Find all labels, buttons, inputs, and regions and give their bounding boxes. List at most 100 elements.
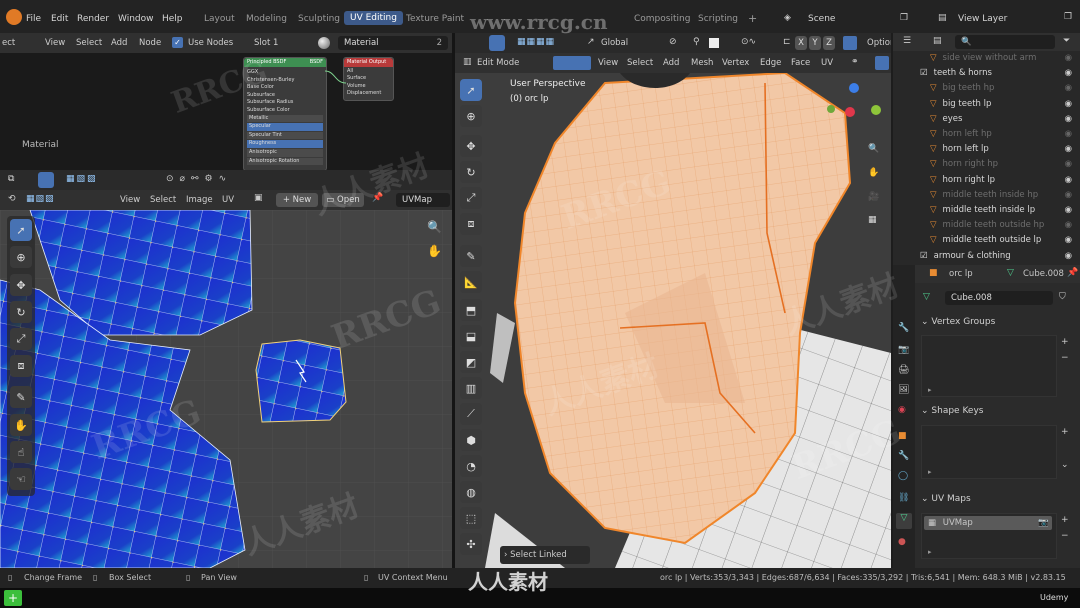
tab-texture-paint[interactable]: Texture Paint <box>406 14 464 24</box>
annotate-tool[interactable]: ✎ <box>460 245 482 267</box>
uv-select-tool-icon[interactable] <box>38 172 54 188</box>
outliner-row[interactable]: ▽ big teeth hp ◉ <box>918 81 1078 96</box>
collection-checkbox-icon[interactable]: ☑ <box>920 251 928 261</box>
bsdf-input-field[interactable]: Metallic <box>247 114 323 123</box>
proportional-icon[interactable]: ⊙∿ <box>741 37 756 47</box>
mesh-data-tab-icon[interactable]: ▽ <box>896 513 912 529</box>
menu-window[interactable]: Window <box>118 14 154 24</box>
shape-key-add-icon[interactable]: + <box>1061 427 1069 437</box>
view-layer-name[interactable]: View Layer <box>958 14 1007 24</box>
gizmo-z-icon[interactable] <box>849 83 859 93</box>
constraint-tab-icon[interactable]: ⛓ <box>898 493 909 503</box>
material-name-field[interactable]: Material 2 <box>338 36 448 50</box>
menu-render[interactable]: Render <box>77 14 109 24</box>
mesh-object-icon[interactable]: ▽ <box>930 53 937 63</box>
bsdf-input-field[interactable]: Subsurface Radius <box>247 99 323 107</box>
rotate-tool[interactable]: ↻ <box>460 161 482 183</box>
mesh-data-icon[interactable]: ▽ <box>923 292 930 302</box>
select-mode-label[interactable]: ect <box>2 38 15 48</box>
node-menu-add[interactable]: Add <box>111 38 127 48</box>
active-render-camera-icon[interactable]: 📷 <box>1038 516 1049 530</box>
visibility-eye-icon[interactable]: ◉ <box>1065 97 1072 112</box>
loop-cut-tool[interactable]: ▥ <box>460 377 482 399</box>
mesh-object-icon[interactable]: ▽ <box>930 114 937 124</box>
uv-maps-header[interactable]: ⌄ UV Maps <box>921 494 971 504</box>
bsdf-input-field[interactable]: Base Color <box>247 84 323 92</box>
axis-y-toggle[interactable]: Y <box>809 36 821 50</box>
options-menu[interactable]: Option <box>867 38 891 48</box>
bsdf-input-field[interactable]: Specular Tint <box>247 131 323 140</box>
shrink-tool[interactable]: ✣ <box>460 533 482 555</box>
visibility-eye-icon[interactable]: ◉ <box>1065 173 1072 188</box>
tooth-mesh[interactable] <box>490 313 515 383</box>
visibility-eye-icon[interactable]: ◉ <box>1065 218 1072 233</box>
tool-tab-icon[interactable]: 🔧 <box>898 323 909 333</box>
outliner-row[interactable]: ▽ horn right lp ◉ <box>918 173 1078 188</box>
scene-name[interactable]: Scene <box>808 14 835 24</box>
bsdf-input-field[interactable]: Christensen-Burley <box>247 77 323 85</box>
uv-island-selected[interactable] <box>255 339 347 423</box>
viewport-menu-view[interactable]: View <box>598 58 618 68</box>
pan-hand-icon[interactable]: ✋ <box>427 244 442 258</box>
uv-annotate-tool[interactable]: ✎ <box>10 386 32 408</box>
use-nodes-checkbox[interactable]: ✓ <box>172 37 183 48</box>
spin-tool[interactable]: ◔ <box>460 455 482 477</box>
outliner-row[interactable]: ☑ teeth & horns ◉ <box>918 66 1078 81</box>
mesh-breadcrumb-name[interactable]: Cube.008 <box>1023 269 1064 279</box>
copy-scene-icon[interactable]: ❐ <box>900 13 908 23</box>
uv-cursor-tool[interactable]: ⊕ <box>10 246 32 268</box>
outliner-row[interactable]: ▽ horn left lp ◉ <box>918 142 1078 157</box>
visibility-eye-icon[interactable]: ◉ <box>1065 51 1072 66</box>
outliner-row[interactable]: ▽ eyes ◉ <box>918 112 1078 127</box>
uv-mode-icons[interactable]: ▦▧▨ <box>26 194 55 204</box>
edit-mode-dropdown[interactable]: Edit Mode <box>477 58 519 68</box>
principled-bsdf-node[interactable]: Principled BSDF BSDF GGX Christensen-Burl… <box>243 57 327 171</box>
visibility-eye-icon[interactable]: ◉ <box>1065 157 1072 172</box>
select-mode-icons[interactable]: ▦▦▦▦ <box>517 37 555 47</box>
last-operator-panel[interactable]: › Select Linked <box>500 546 590 564</box>
uv-grab-tool[interactable]: ✋ <box>10 414 32 436</box>
vertex-groups-header[interactable]: ⌄ Vertex Groups <box>921 317 995 327</box>
material-preview-icon[interactable] <box>318 37 330 49</box>
outliner-search-input[interactable]: 🔍 <box>955 35 1055 49</box>
visibility-eye-icon[interactable]: ◉ <box>1065 127 1072 142</box>
mesh-object-icon[interactable]: ▽ <box>930 205 937 215</box>
modifier-tab-icon[interactable]: 🔧 <box>898 451 909 461</box>
collection-checkbox-icon[interactable]: ☑ <box>920 68 928 78</box>
node-menu-node[interactable]: Node <box>139 38 161 48</box>
mesh-object-icon[interactable]: ▽ <box>930 175 937 185</box>
transform-tool[interactable]: ⧈ <box>460 213 482 235</box>
visibility-eye-icon[interactable]: ◉ <box>1065 233 1072 248</box>
axis-x-toggle[interactable]: X <box>795 36 807 50</box>
uv-menu-view[interactable]: View <box>120 195 140 205</box>
scale-tool[interactable]: ⤢ <box>460 187 482 209</box>
mesh-object-icon[interactable]: ▽ <box>930 220 937 230</box>
uv-sync-icon[interactable]: ⟲ <box>8 194 16 204</box>
move-tool[interactable]: ✥ <box>460 135 482 157</box>
select-mode-buttons[interactable] <box>553 56 591 70</box>
tab-sculpting[interactable]: Sculpting <box>298 14 340 24</box>
vertex-group-add-icon[interactable]: + <box>1061 337 1069 347</box>
uv-menu-uv[interactable]: UV <box>222 195 234 205</box>
uv-transform-tool[interactable]: ⧈ <box>10 355 32 377</box>
outliner-row[interactable]: ▽ middle teeth outside lp ◉ <box>918 233 1078 248</box>
pin-properties-icon[interactable]: 📌 <box>1067 268 1078 278</box>
mesh-object-icon[interactable]: ▽ <box>930 190 937 200</box>
pan-view-icon[interactable]: ✋ <box>868 168 879 178</box>
poly-build-tool[interactable]: ⬢ <box>460 429 482 451</box>
node-menu-view[interactable]: View <box>45 38 65 48</box>
viewport-3d[interactable]: ▦▦▦▦ ↗ Global ⊘ ⚲ ⊙∿ ⊏ X Y Z Option ▥ Ed… <box>455 33 891 568</box>
visibility-eye-icon[interactable]: ◉ <box>1065 188 1072 203</box>
mesh-object-icon[interactable]: ▽ <box>930 99 937 109</box>
uv-editor-type-icon[interactable]: ⧉ <box>8 174 14 184</box>
ortho-toggle-icon[interactable]: ▦ <box>868 215 877 225</box>
visibility-eye-icon[interactable]: ◉ <box>1065 112 1072 127</box>
outliner-row[interactable]: ▽ middle teeth inside hp ◉ <box>918 188 1078 203</box>
snap-target-icon[interactable] <box>709 38 719 48</box>
navigation-gizmo[interactable] <box>823 81 883 141</box>
overlay-icon[interactable]: ⚭ <box>851 57 859 67</box>
uv-list-expand-icon[interactable]: ▸ <box>928 548 932 556</box>
outliner-row[interactable]: ▽ middle teeth inside lp ◉ <box>918 203 1078 218</box>
gizmo-y-neg-icon[interactable] <box>827 105 835 113</box>
bevel-tool[interactable]: ◩ <box>460 351 482 373</box>
